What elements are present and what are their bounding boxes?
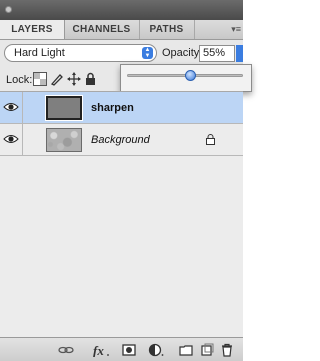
svg-text:fx: fx bbox=[93, 343, 104, 357]
layers-panel: LAYERS CHANNELS PATHS ▾≡ Hard Light ▲ ▼ O… bbox=[0, 0, 252, 361]
blend-mode-select[interactable]: Hard Light ▲ ▼ bbox=[4, 44, 157, 62]
adjustment-icon[interactable] bbox=[148, 343, 164, 357]
opacity-dropdown-arrow-icon[interactable] bbox=[236, 45, 243, 62]
layer-row-sharpen[interactable]: sharpen bbox=[0, 92, 243, 124]
panel-bottom-toolbar: fx bbox=[0, 337, 243, 361]
layer-row-background[interactable]: Background bbox=[0, 124, 243, 156]
eye-icon bbox=[3, 135, 19, 143]
opacity-label: Opacity: bbox=[162, 47, 203, 59]
blend-mode-value: Hard Light bbox=[14, 47, 65, 59]
trash-icon[interactable] bbox=[220, 343, 234, 357]
layer-thumbnail bbox=[45, 95, 83, 121]
layer-thumbnail bbox=[46, 128, 82, 152]
opacity-slider-popup[interactable] bbox=[120, 64, 252, 92]
lock-position-icon[interactable] bbox=[67, 72, 81, 86]
lock-transparent-pixels-icon[interactable] bbox=[33, 72, 47, 86]
panel-menu-icon[interactable]: ▾≡ bbox=[231, 24, 241, 35]
eye-icon bbox=[3, 103, 19, 111]
new-layer-icon[interactable] bbox=[200, 343, 214, 357]
tab-paths[interactable]: PATHS bbox=[139, 20, 195, 39]
layer-lock-icon bbox=[206, 134, 215, 145]
tab-channels[interactable]: CHANNELS bbox=[64, 20, 140, 39]
lock-label: Lock: bbox=[6, 74, 33, 86]
stepper-arrows-icon: ▲ ▼ bbox=[142, 47, 153, 59]
layer-name[interactable]: sharpen bbox=[91, 102, 134, 114]
visibility-toggle[interactable] bbox=[0, 92, 23, 123]
opacity-slider-knob[interactable] bbox=[185, 70, 197, 81]
opacity-input[interactable]: 55% bbox=[199, 45, 235, 62]
tab-layers[interactable]: LAYERS bbox=[0, 20, 65, 39]
mask-icon[interactable] bbox=[122, 343, 136, 357]
group-folder-icon[interactable] bbox=[179, 343, 193, 357]
layer-name[interactable]: Background bbox=[91, 134, 150, 146]
visibility-toggle[interactable] bbox=[0, 124, 23, 155]
lock-all-icon[interactable] bbox=[84, 72, 98, 86]
link-icon[interactable] bbox=[58, 343, 74, 357]
panel-titlebar[interactable] bbox=[0, 0, 243, 21]
layers-list: sharpen Background bbox=[0, 91, 243, 338]
lock-image-pixels-icon[interactable] bbox=[50, 72, 64, 86]
close-dot-icon[interactable] bbox=[5, 6, 12, 13]
fx-icon[interactable]: fx bbox=[92, 343, 110, 357]
panel-tabs: LAYERS CHANNELS PATHS ▾≡ bbox=[0, 20, 243, 40]
